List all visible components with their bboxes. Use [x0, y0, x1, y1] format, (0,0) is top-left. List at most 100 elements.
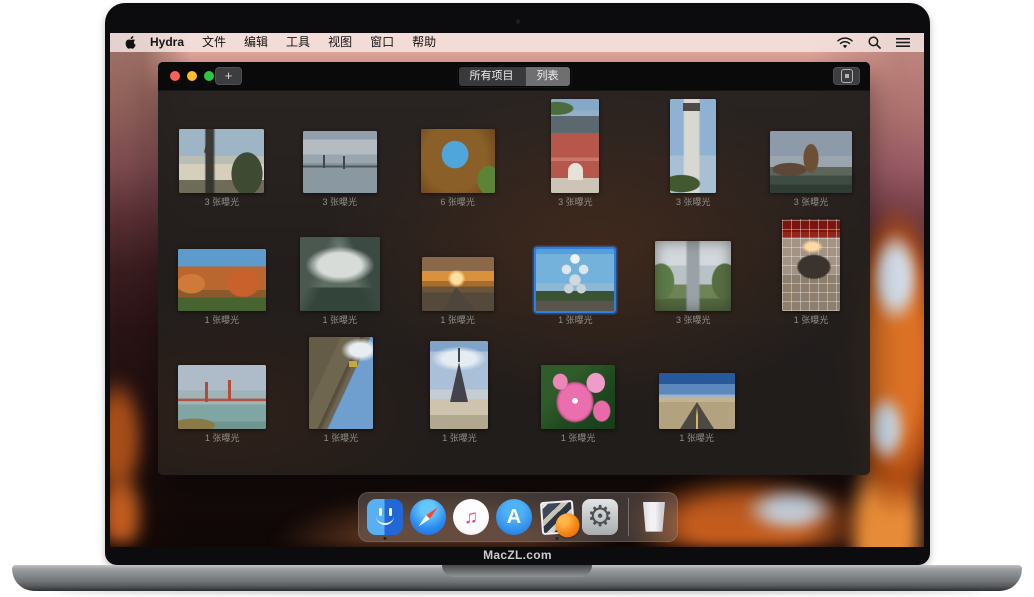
photo-item-stone-tower-park[interactable]: 3 张曝光	[634, 208, 752, 326]
exposure-count-label: 3 张曝光	[676, 314, 711, 326]
photo-item-misty-valley[interactable]: 1 张曝光	[281, 208, 399, 326]
camera-dot	[515, 19, 520, 24]
exposure-count-label: 1 张曝光	[794, 314, 829, 326]
photo-item-pink-flowers[interactable]: 1 张曝光	[519, 326, 638, 444]
photo-item-eiffel-tower[interactable]: 1 张曝光	[400, 326, 519, 444]
photo-item-palace-fine-arts[interactable]: 3 张曝光	[752, 90, 870, 208]
photo-item-sunset-road[interactable]: 1 张曝光	[399, 208, 517, 326]
exposure-count-label: 6 张曝光	[440, 196, 475, 208]
segment-list[interactable]: 列表	[525, 67, 570, 86]
photo-grid-row-3: 1 张曝光 1 张曝光 1 张曝光 1 张曝光 1 张曝光	[158, 326, 870, 444]
photo-item-atomium[interactable]: 1 张曝光	[516, 208, 634, 326]
bell-tower-thumbnail[interactable]	[670, 99, 716, 193]
exposure-count-label: 3 张曝光	[676, 196, 711, 208]
segment-all-items[interactable]: 所有项目	[459, 67, 525, 86]
photo-item-bell-tower[interactable]: 3 张曝光	[634, 90, 752, 208]
photo-grid-row-1: 3 张曝光 3 张曝光 6 张曝光 3 张曝光 3 张曝光 3 张曝光	[158, 90, 870, 208]
add-button[interactable]: +	[215, 67, 242, 85]
trash-icon	[642, 502, 666, 533]
zoom-button[interactable]	[204, 71, 214, 81]
menu-items: Hydra文件编辑工具视图窗口帮助	[141, 33, 445, 52]
macbook-mockup: Hydra文件编辑工具视图窗口帮助	[0, 0, 1034, 597]
photo-item-golden-gate-bridge[interactable]: 1 张曝光	[163, 326, 282, 444]
photo-item-red-rock-spires[interactable]: 1 张曝光	[163, 208, 281, 326]
menu-bar: Hydra文件编辑工具视图窗口帮助	[110, 33, 924, 52]
exposure-count-label: 1 张曝光	[679, 432, 714, 444]
menu-status-icons	[837, 36, 924, 49]
red-church-thumbnail[interactable]	[551, 99, 599, 193]
display-panel-button[interactable]	[833, 67, 860, 85]
apple-store-glass-thumbnail[interactable]	[782, 219, 840, 311]
stone-tower-park-thumbnail[interactable]	[655, 241, 731, 311]
apple-menu-icon[interactable]	[124, 35, 137, 50]
close-button[interactable]	[170, 71, 180, 81]
atomium-thumbnail[interactable]	[536, 249, 614, 311]
sunset-road-thumbnail[interactable]	[422, 257, 494, 311]
photo-grid-row-2: 1 张曝光 1 张曝光 1 张曝光 1 张曝光 3 张曝光 1 张曝光	[158, 208, 870, 326]
eiffel-tower-thumbnail[interactable]	[430, 341, 488, 429]
photo-item-church-town[interactable]: 3 张曝光	[163, 90, 281, 208]
exposure-count-label: 1 张曝光	[205, 432, 240, 444]
menu-tools[interactable]: 工具	[277, 33, 319, 52]
photo-item-apple-store-glass[interactable]: 1 张曝光	[752, 208, 870, 326]
running-indicator	[384, 537, 387, 540]
dock-safari[interactable]	[409, 496, 447, 538]
dock-trash[interactable]	[638, 496, 670, 538]
misty-valley-thumbnail[interactable]	[300, 237, 380, 311]
exposure-count-label: 3 张曝光	[205, 196, 240, 208]
dock-finder[interactable]	[366, 496, 404, 538]
desert-road-thumbnail[interactable]	[659, 373, 735, 429]
exposure-count-label: 3 张曝光	[558, 196, 593, 208]
golden-gate-bridge-thumbnail[interactable]	[178, 365, 266, 429]
bay-bridge-thumbnail[interactable]	[303, 131, 377, 193]
menu-file[interactable]: 文件	[193, 33, 235, 52]
view-segmented-control: 所有项目 列表	[458, 66, 571, 87]
exposure-count-label: 1 张曝光	[322, 314, 357, 326]
dock	[358, 492, 678, 542]
dock-itunes[interactable]	[452, 496, 490, 538]
exposure-count-label: 1 张曝光	[205, 314, 240, 326]
exposure-count-label: 1 张曝光	[440, 314, 475, 326]
photo-item-cathedral-facade[interactable]: 1 张曝光	[282, 326, 401, 444]
screen: Hydra文件编辑工具视图窗口帮助	[110, 33, 924, 547]
menu-view[interactable]: 视图	[319, 33, 361, 52]
palace-fine-arts-thumbnail[interactable]	[770, 131, 852, 193]
photo-item-desert-road[interactable]: 1 张曝光	[637, 326, 756, 444]
search-icon[interactable]	[868, 36, 881, 49]
nest-sculpture-thumbnail[interactable]	[421, 129, 495, 193]
minimize-button[interactable]	[187, 71, 197, 81]
exposure-count-label: 3 张曝光	[794, 196, 829, 208]
wifi-icon[interactable]	[837, 37, 853, 49]
menu-edit[interactable]: 编辑	[235, 33, 277, 52]
lid-notch	[442, 565, 592, 577]
dock-system-preferences[interactable]	[581, 496, 619, 538]
laptop-base	[12, 565, 1022, 591]
menu-hydra[interactable]: Hydra	[141, 33, 193, 52]
photo-item-bay-bridge[interactable]: 3 张曝光	[281, 90, 399, 208]
hydra-icon	[539, 499, 574, 534]
window-titlebar[interactable]: + 所有项目 列表	[158, 62, 870, 91]
pink-flowers-thumbnail[interactable]	[541, 365, 615, 429]
hydra-window: + 所有项目 列表 3 张曝光3 张曝光6 张曝光3 张曝光3 张曝光3 张曝光…	[158, 62, 870, 475]
photo-item-red-church[interactable]: 3 张曝光	[516, 90, 634, 208]
exposure-count-label: 1 张曝光	[442, 432, 477, 444]
wallpaper-glow-left	[110, 353, 163, 543]
laptop-frame: Hydra文件编辑工具视图窗口帮助	[105, 3, 930, 565]
dock-hydra[interactable]	[538, 496, 576, 538]
exposure-count-label: 1 张曝光	[324, 432, 359, 444]
photo-item-nest-sculpture[interactable]: 6 张曝光	[399, 90, 517, 208]
notification-center-icon[interactable]	[896, 37, 910, 48]
traffic-lights	[170, 62, 214, 90]
app-store-icon	[496, 499, 532, 535]
bezel-watermark: MacZL.com	[105, 548, 930, 562]
red-rock-spires-thumbnail[interactable]	[178, 249, 266, 311]
church-town-thumbnail[interactable]	[179, 129, 264, 193]
dock-separator	[628, 498, 629, 536]
itunes-icon	[453, 499, 489, 535]
exposure-count-label: 1 张曝光	[561, 432, 596, 444]
photo-grid: 3 张曝光3 张曝光6 张曝光3 张曝光3 张曝光3 张曝光1 张曝光1 张曝光…	[158, 90, 870, 444]
menu-window[interactable]: 窗口	[361, 33, 403, 52]
menu-help[interactable]: 帮助	[403, 33, 445, 52]
cathedral-facade-thumbnail[interactable]	[309, 337, 373, 429]
dock-app-store[interactable]	[495, 496, 533, 538]
